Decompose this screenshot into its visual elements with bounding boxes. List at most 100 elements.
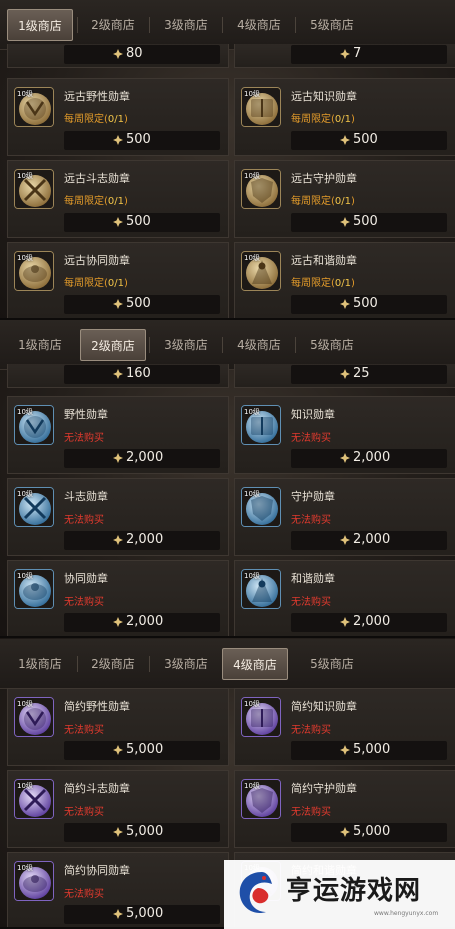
shop-tab-bar: 1级商店 2级商店 3级商店 4级商店 5级商店 xyxy=(0,320,455,370)
shop-item-card[interactable]: 10级 远古和谐勋章 每周限定(0/1) 500 xyxy=(234,242,455,318)
medal-hands-icon: 10级 xyxy=(14,861,54,901)
level-badge: 10级 xyxy=(244,172,260,180)
medal-book-icon: 10级 xyxy=(241,697,281,737)
coin-icon xyxy=(113,909,123,919)
weekly-limit-close: ) xyxy=(124,196,128,207)
item-price: 5,000 xyxy=(353,742,391,757)
shop-item-card[interactable]: 10级 简约斗志勋章 无法购买 5,000 xyxy=(7,770,229,848)
tab-level-3-shop[interactable]: 3级商店 xyxy=(153,329,219,361)
level-badge: 10级 xyxy=(17,572,33,580)
tab-divider xyxy=(77,17,78,33)
weekly-limit-count: 0/1 xyxy=(107,114,124,125)
tab-level-2-shop[interactable]: 2级商店 xyxy=(80,329,146,361)
purchase-status: 无法购买 xyxy=(291,515,331,526)
tab-level-1-shop[interactable]: 1级商店 xyxy=(7,329,73,361)
price-bar: 500 xyxy=(291,131,447,150)
tab-level-3-shop[interactable]: 3级商店 xyxy=(153,9,219,41)
coin-icon xyxy=(113,535,123,545)
coin-icon xyxy=(113,299,123,309)
level-badge: 10级 xyxy=(17,172,33,180)
weekly-limit-count: 0/1 xyxy=(107,196,124,207)
coin-icon xyxy=(113,745,123,755)
medal-wild-icon: 10级 xyxy=(14,697,54,737)
price-bar: 5,000 xyxy=(291,823,447,842)
shop-item-card[interactable]: 10级 协同勋章 无法购买 2,000 xyxy=(7,560,229,636)
tab-level-5-shop[interactable]: 5级商店 xyxy=(299,329,365,361)
price-bar: 2,000 xyxy=(291,531,447,550)
shop-item-card[interactable]: 10级 简约野性勋章 无法购买 5,000 xyxy=(7,688,229,766)
medal-swords-icon: 10级 xyxy=(14,779,54,819)
shop-item-card[interactable]: 10级 远古协同勋章 每周限定(0/1) 500 xyxy=(7,242,229,318)
watermark-logo: 亨运游戏网 www.hengyunyx.com xyxy=(224,860,455,929)
item-name: 远古守护勋章 xyxy=(291,172,357,185)
shop-item-card[interactable]: 10级 斗志勋章 无法购买 2,000 xyxy=(7,478,229,556)
tab-level-4-shop[interactable]: 4级商店 xyxy=(222,648,288,680)
tab-level-2-shop[interactable]: 2级商店 xyxy=(80,9,146,41)
shop-item-card-partial[interactable]: 160 xyxy=(7,364,229,388)
tab-level-4-shop[interactable]: 4级商店 xyxy=(226,9,292,41)
level-badge: 10级 xyxy=(244,254,260,262)
item-name: 知识勋章 xyxy=(291,408,335,421)
tab-divider xyxy=(149,17,150,33)
shop-item-card[interactable]: 10级 简约守护勋章 无法购买 5,000 xyxy=(234,770,455,848)
shop-item-card-partial[interactable]: 25 xyxy=(234,364,455,388)
weekly-limit-label: 每周限定( xyxy=(291,278,335,289)
level-badge: 10级 xyxy=(17,700,33,708)
shop-item-card[interactable]: 10级 野性勋章 无法购买 2,000 xyxy=(7,396,229,474)
shop-item-card[interactable]: 10级 远古野性勋章 每周限定(0/1) 500 xyxy=(7,78,229,156)
price-bar: 2,000 xyxy=(64,531,220,550)
tab-level-5-shop[interactable]: 5级商店 xyxy=(299,648,365,680)
tab-level-3-shop[interactable]: 3级商店 xyxy=(153,648,219,680)
item-price: 5,000 xyxy=(126,824,164,839)
shop-item-card[interactable]: 10级 和谐勋章 无法购买 2,000 xyxy=(234,560,455,636)
tab-level-1-shop[interactable]: 1级商店 xyxy=(7,648,73,680)
purchase-status: 无法购买 xyxy=(291,725,331,736)
tab-level-4-shop[interactable]: 4级商店 xyxy=(226,329,292,361)
item-price: 160 xyxy=(126,366,151,381)
price-bar: 500 xyxy=(64,131,220,150)
weekly-limit: 每周限定(0/1) xyxy=(291,274,355,289)
level-badge: 10级 xyxy=(244,90,260,98)
level-badge: 10级 xyxy=(244,408,260,416)
coin-icon xyxy=(340,49,350,59)
item-price: 25 xyxy=(353,366,370,381)
shop-item-card[interactable]: 10级 简约协同勋章 无法购买 5,000 xyxy=(7,852,229,927)
weekly-limit-count: 0/1 xyxy=(334,114,351,125)
item-name: 简约知识勋章 xyxy=(291,700,357,713)
price-bar: 5,000 xyxy=(291,741,447,760)
price-bar: 2,000 xyxy=(64,449,220,468)
item-price: 2,000 xyxy=(126,614,164,629)
shop-item-card[interactable]: 10级 远古守护勋章 每周限定(0/1) 500 xyxy=(234,160,455,238)
purchase-status: 无法购买 xyxy=(64,889,104,900)
coin-icon xyxy=(340,827,350,837)
weekly-limit-close: ) xyxy=(124,278,128,289)
shop-item-card[interactable]: 10级 远古知识勋章 每周限定(0/1) 500 xyxy=(234,78,455,156)
shop-item-card-partial[interactable]: 7 xyxy=(234,44,455,68)
coin-icon xyxy=(113,135,123,145)
tab-level-2-shop[interactable]: 2级商店 xyxy=(80,648,146,680)
tab-divider xyxy=(77,656,78,672)
coin-icon xyxy=(340,369,350,379)
weekly-limit-close: ) xyxy=(124,114,128,125)
watermark-url: www.hengyunyx.com xyxy=(374,910,439,917)
weekly-limit: 每周限定(0/1) xyxy=(291,192,355,207)
shop-item-card[interactable]: 10级 远古斗志勋章 每周限定(0/1) 500 xyxy=(7,160,229,238)
tab-level-1-shop[interactable]: 1级商店 xyxy=(7,9,73,41)
coin-icon xyxy=(113,217,123,227)
shop-item-card[interactable]: 10级 简约知识勋章 无法购买 5,000 xyxy=(234,688,455,766)
tab-level-5-shop[interactable]: 5级商店 xyxy=(299,9,365,41)
shop-item-card[interactable]: 10级 知识勋章 无法购买 2,000 xyxy=(234,396,455,474)
watermark-text: 亨运游戏网 xyxy=(286,876,422,906)
level-badge: 10级 xyxy=(17,782,33,790)
medal-figure-icon: 10级 xyxy=(241,569,281,609)
item-name: 远古和谐勋章 xyxy=(291,254,357,267)
price-bar: 2,000 xyxy=(291,613,447,632)
weekly-limit: 每周限定(0/1) xyxy=(291,110,355,125)
price-bar: 5,000 xyxy=(64,823,220,842)
item-price: 5,000 xyxy=(126,742,164,757)
shop-item-card-partial[interactable]: 80 xyxy=(7,44,229,68)
item-name: 远古斗志勋章 xyxy=(64,172,130,185)
price-bar: 500 xyxy=(291,295,447,314)
medal-shield-icon: 10级 xyxy=(241,169,281,209)
shop-item-card[interactable]: 10级 守护勋章 无法购买 2,000 xyxy=(234,478,455,556)
